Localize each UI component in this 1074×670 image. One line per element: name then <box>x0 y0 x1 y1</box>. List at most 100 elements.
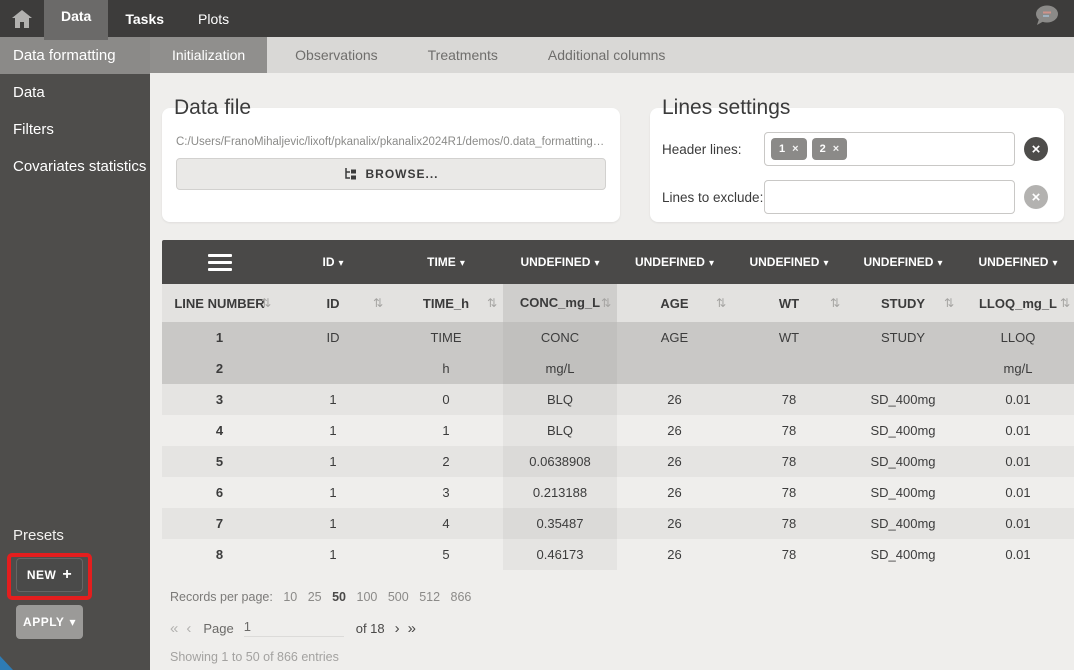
column-type-header-row: ID▾ TIME▾ UNDEFINED▾ UNDEFINED▾ UNDEFINE… <box>162 240 1074 284</box>
sort-icon[interactable]: ⇅ <box>830 296 840 310</box>
cell: SD_400mg <box>846 415 960 446</box>
lines-settings-card: Header lines: 1 × 2 × <box>650 108 1064 222</box>
sort-icon[interactable]: ⇅ <box>944 296 954 310</box>
sidebar-item-data-formatting[interactable]: Data formatting <box>0 37 150 74</box>
cell: 0 <box>389 384 503 415</box>
top-navigation-bar: Data Tasks Plots <box>0 0 1074 37</box>
apply-preset-button[interactable]: APPLY ▾ <box>16 605 83 639</box>
records-option-10[interactable]: 10 <box>283 590 297 604</box>
cell: 5 <box>162 446 277 477</box>
content: Data file C:/Users/FranoMihaljevic/lixof… <box>150 73 1074 664</box>
topbar-tab-plots[interactable]: Plots <box>181 0 246 37</box>
data-formatting-tabbar: Initialization Observations Treatments A… <box>150 37 1074 73</box>
table-menu-button[interactable] <box>208 250 232 275</box>
clear-exclude-lines-button[interactable]: × <box>1024 185 1048 209</box>
records-per-page-label: Records per page: <box>170 590 273 604</box>
page-count-label: of 18 <box>356 621 385 636</box>
column-type-dropdown-undefined[interactable]: UNDEFINED▾ <box>503 255 617 269</box>
close-icon: × <box>1032 190 1041 205</box>
cell: 1 <box>162 322 277 353</box>
records-option-512[interactable]: 512 <box>419 590 440 604</box>
cell: 7 <box>162 508 277 539</box>
sort-icon[interactable]: ⇅ <box>601 296 611 310</box>
column-header-line-number[interactable]: LINE NUMBER⇅ <box>162 296 277 311</box>
sort-icon[interactable]: ⇅ <box>1060 296 1070 310</box>
tab-initialization[interactable]: Initialization <box>150 37 267 73</box>
presets-section: Presets <box>0 527 150 544</box>
next-page-icon[interactable]: › <box>395 620 400 637</box>
column-header-label: LLOQ_mg_L <box>979 296 1057 311</box>
column-type-label: UNDEFINED <box>863 255 933 269</box>
column-header-time-h[interactable]: TIME_h⇅ <box>389 296 503 311</box>
cell: 26 <box>617 539 732 570</box>
first-page-icon[interactable]: « <box>170 620 178 637</box>
column-type-label: UNDEFINED <box>749 255 819 269</box>
sort-icon[interactable]: ⇅ <box>487 296 497 310</box>
cell: mg/L <box>960 353 1074 384</box>
home-button[interactable] <box>0 0 44 37</box>
cell: 1 <box>277 446 389 477</box>
column-header-study[interactable]: STUDY⇅ <box>846 296 960 311</box>
column-header-lloq-mg-l[interactable]: LLOQ_mg_L⇅ <box>960 296 1074 311</box>
sort-icon[interactable]: ⇅ <box>373 296 383 310</box>
lines-to-exclude-input[interactable] <box>764 180 1015 214</box>
records-option-100[interactable]: 100 <box>357 590 378 604</box>
tab-additional-columns[interactable]: Additional columns <box>526 37 688 73</box>
topbar-tab-tasks[interactable]: Tasks <box>108 0 181 37</box>
browse-button[interactable]: BROWSE... <box>176 158 606 190</box>
table-row: 5 1 2 0.0638908 26 78 SD_400mg 0.01 <box>162 446 1074 477</box>
column-type-dropdown-undefined[interactable]: UNDEFINED▾ <box>960 255 1074 269</box>
column-header-age[interactable]: AGE⇅ <box>617 296 732 311</box>
cell: CONC <box>503 322 617 353</box>
sidebar-item-covariates-statistics[interactable]: Covariates statistics <box>0 148 150 185</box>
page-label: Page <box>203 621 233 636</box>
cell <box>277 353 389 384</box>
column-header-id[interactable]: ID⇅ <box>277 296 389 311</box>
new-preset-button[interactable]: NEW + <box>16 558 83 592</box>
column-header-wt[interactable]: WT⇅ <box>732 296 846 311</box>
records-per-page: Records per page: 10 25 50 100 500 512 8… <box>170 590 1074 604</box>
tag-remove-icon[interactable]: × <box>792 143 798 155</box>
cell: mg/L <box>503 353 617 384</box>
apply-preset-label: APPLY <box>23 615 64 629</box>
records-option-500[interactable]: 500 <box>388 590 409 604</box>
feedback-chat-button[interactable] <box>1032 4 1060 33</box>
cell: 0.01 <box>960 415 1074 446</box>
column-type-dropdown-undefined[interactable]: UNDEFINED▾ <box>732 255 846 269</box>
column-header-conc-mg-l[interactable]: CONC_mg_L⇅ <box>503 284 617 322</box>
header-lines-input[interactable]: 1 × 2 × <box>764 132 1015 166</box>
tag-remove-icon[interactable]: × <box>833 143 839 155</box>
sidebar-item-data[interactable]: Data <box>0 74 150 111</box>
sidebar-item-filters[interactable]: Filters <box>0 111 150 148</box>
tab-treatments[interactable]: Treatments <box>406 37 520 73</box>
cell: 0.01 <box>960 446 1074 477</box>
cell: WT <box>732 322 846 353</box>
table-row: 2 h mg/L mg/L <box>162 353 1074 384</box>
cell: ID <box>277 322 389 353</box>
column-type-dropdown-undefined[interactable]: UNDEFINED▾ <box>617 255 732 269</box>
chevron-down-icon: ▾ <box>594 258 599 269</box>
cell: SD_400mg <box>846 539 960 570</box>
records-option-866[interactable]: 866 <box>451 590 472 604</box>
page-number-input[interactable] <box>244 619 344 637</box>
browse-button-label: BROWSE... <box>365 167 438 181</box>
column-type-dropdown-undefined[interactable]: UNDEFINED▾ <box>846 255 960 269</box>
previous-page-icon[interactable]: ‹ <box>186 620 191 637</box>
sort-icon[interactable]: ⇅ <box>261 296 271 310</box>
main-area: Initialization Observations Treatments A… <box>150 37 1074 670</box>
cell <box>846 353 960 384</box>
column-type-dropdown-id[interactable]: ID▾ <box>277 255 389 269</box>
last-page-icon[interactable]: » <box>408 620 416 637</box>
clear-header-lines-button[interactable]: × <box>1024 137 1048 161</box>
sort-icon[interactable]: ⇅ <box>716 296 726 310</box>
column-type-dropdown-time[interactable]: TIME▾ <box>389 255 503 269</box>
records-option-50-selected[interactable]: 50 <box>332 590 346 604</box>
cell: AGE <box>617 322 732 353</box>
cell: 0.213188 <box>503 477 617 508</box>
lines-settings-section: Lines settings Header lines: 1 × 2 <box>650 96 1064 222</box>
cell: 0.01 <box>960 477 1074 508</box>
tab-observations[interactable]: Observations <box>273 37 399 73</box>
topbar-tab-data[interactable]: Data <box>44 0 108 40</box>
records-option-25[interactable]: 25 <box>308 590 322 604</box>
cell: SD_400mg <box>846 384 960 415</box>
